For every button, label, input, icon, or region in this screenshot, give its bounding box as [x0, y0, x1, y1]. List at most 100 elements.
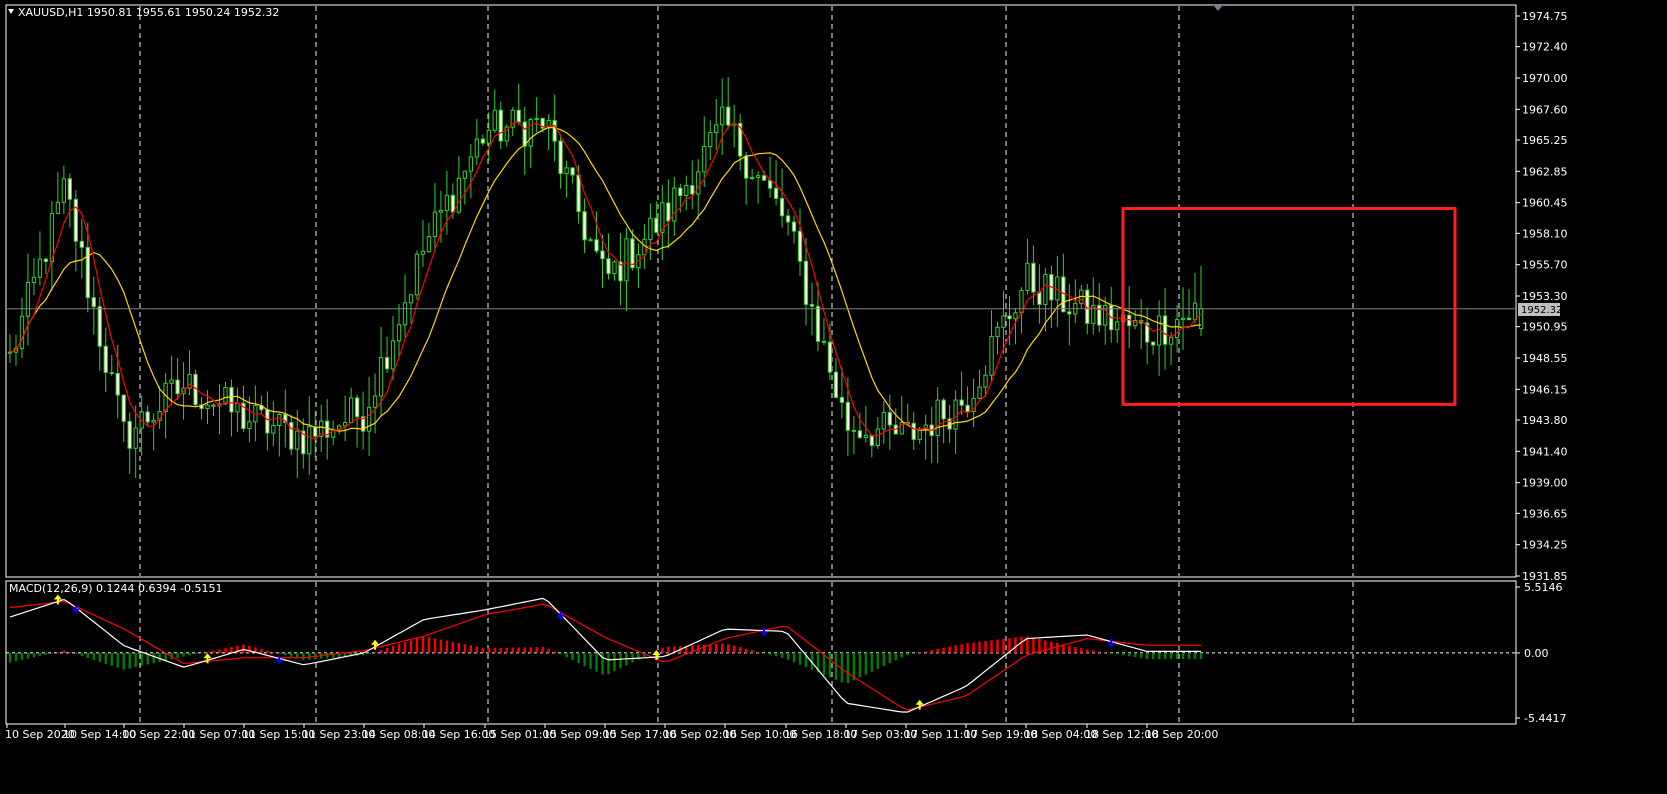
macd-hist-bar — [511, 647, 514, 653]
candle-body-bear — [127, 420, 132, 449]
candle-body-bull — [468, 156, 473, 172]
candle-body-bull — [223, 387, 228, 405]
macd-hist-bar — [948, 646, 951, 653]
candle-body-bear — [103, 345, 108, 373]
macd-hist-bar — [1080, 648, 1083, 653]
candle-body-bear — [498, 109, 503, 142]
macd-hist-bar — [487, 648, 490, 653]
macd-hist-bar — [62, 650, 66, 653]
candle-body-bull — [1174, 319, 1180, 338]
macd-hist-bar — [128, 652, 131, 669]
macd-hist-bar — [439, 639, 443, 653]
candle-body-bear — [354, 397, 360, 418]
price-tick-label: 1939.00 — [1522, 477, 1568, 490]
macd-hist-bar — [1020, 636, 1023, 653]
macd-hist-bar — [505, 647, 508, 653]
macd-hist-bar — [1032, 637, 1035, 653]
candle-body-bear — [797, 230, 803, 262]
macd-hist-bar — [535, 647, 538, 653]
macd-hist-bar — [200, 652, 203, 654]
macd-hist-bar — [1139, 652, 1143, 659]
macd-hist-bar — [1044, 640, 1047, 653]
macd-hist-bar — [182, 652, 185, 657]
macd-hist-bar — [541, 647, 544, 653]
candle-body-bear — [833, 371, 839, 398]
macd-hist-bar — [415, 638, 419, 653]
candle-body-bull — [935, 399, 940, 436]
macd-hist-bar — [266, 650, 269, 653]
candle-body-bear — [1162, 315, 1168, 345]
candle-body-bull — [624, 238, 629, 282]
candle-body-bear — [211, 404, 216, 407]
macd-hist-bar — [595, 652, 598, 672]
candle-body-bear — [97, 306, 102, 347]
macd-hist-bar — [44, 652, 48, 655]
price-tick-label: 1965.25 — [1522, 134, 1568, 147]
candle-body-bear — [785, 215, 791, 223]
candle-body-bear — [809, 303, 815, 307]
candle-body-bear — [91, 297, 96, 308]
macd-hist-bar — [176, 652, 179, 658]
candle-body-bear — [839, 396, 845, 403]
macd-hist-bar — [104, 652, 107, 664]
macd-hist-bar — [391, 646, 395, 653]
candle-body-bear — [690, 185, 695, 195]
candle-body-bear — [582, 211, 587, 241]
candle-body-bull — [378, 356, 384, 397]
candle-body-bull — [1192, 302, 1198, 321]
macd-hist-bar — [1116, 652, 1119, 655]
macd-hist-bar — [260, 649, 263, 653]
macd-hist-bar — [152, 652, 155, 664]
macd-hist-bar — [774, 652, 778, 657]
candle-body-bull — [702, 146, 707, 173]
price-tick-label: 1974.75 — [1522, 10, 1568, 23]
candle-body-bear — [779, 197, 785, 217]
macd-hist-bar — [475, 646, 479, 653]
candle-body-bear — [265, 409, 270, 434]
macd-hist-bar — [589, 652, 592, 669]
macd-hist-bar — [230, 647, 233, 653]
candle-body-bull — [163, 382, 168, 412]
candle-body-bull — [420, 250, 426, 255]
candle-body-bull — [881, 412, 886, 430]
candle-body-bull — [31, 276, 37, 284]
candle-body-bear — [965, 404, 970, 413]
macd-hist-bar — [942, 647, 945, 653]
candle-body-bear — [576, 174, 581, 213]
macd-hist-bar — [930, 650, 933, 653]
candle-body-bear — [959, 399, 964, 406]
macd-hist-bar — [32, 652, 36, 658]
candle-body-bear — [678, 187, 683, 197]
candle-body-bear — [570, 167, 575, 176]
macd-hist-bar — [984, 641, 987, 653]
macd-hist-bar — [457, 643, 461, 653]
candle-body-bull — [390, 340, 396, 370]
candle-body-bull — [1001, 315, 1006, 328]
macd-hist-bar — [1193, 652, 1197, 660]
macd-hist-bar — [308, 652, 311, 660]
candle-body-bull — [648, 217, 653, 240]
macd-hist-bar — [499, 647, 502, 653]
macd-hist-bar — [116, 652, 119, 668]
macd-hist-bar — [888, 652, 891, 664]
candle-body-bull — [684, 185, 689, 197]
macd-caption: MACD(12,26,9) 0.1244 0.6394 -0.5151 — [9, 582, 222, 595]
candle-body-bear — [79, 240, 84, 248]
candle-body-bull — [25, 282, 31, 317]
current-price-label: 1952.32 — [1521, 305, 1562, 316]
macd-hist-bar — [373, 651, 377, 653]
candle-body-bear — [229, 387, 234, 413]
candle-body-bear — [1007, 315, 1012, 320]
candle-body-bear — [480, 138, 485, 144]
macd-tick-label: 5.5146 — [1524, 581, 1563, 594]
macd-hist-bar — [912, 652, 915, 654]
candle-body-bull — [1168, 336, 1174, 345]
macd-hist-bar — [577, 652, 580, 664]
macd-hist-bar — [1086, 649, 1089, 653]
macd-hist-bar — [1187, 652, 1191, 660]
candle-body-bull — [528, 118, 533, 147]
macd-hist-bar — [397, 644, 401, 653]
macd-hist-bar — [1163, 652, 1167, 660]
trading-chart[interactable]: XAUUSD,H1 1950.81 1955.61 1950.24 1952.3… — [0, 0, 1667, 794]
macd-hist-bar — [667, 646, 670, 653]
